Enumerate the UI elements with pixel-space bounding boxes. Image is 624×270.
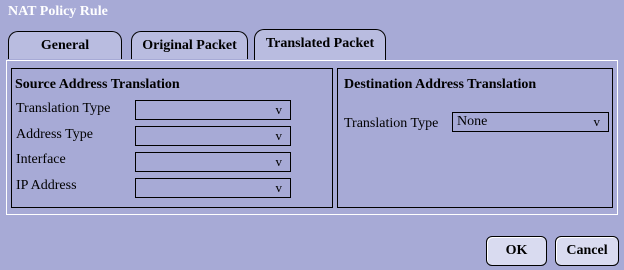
destination-translation-title: Destination Address Translation — [344, 77, 537, 92]
interface-select[interactable]: v — [135, 152, 291, 172]
chevron-down-icon: v — [275, 102, 283, 117]
chevron-down-icon: v — [275, 128, 283, 143]
source-translation-type-select[interactable]: v — [135, 100, 291, 120]
destination-translation-type-value: None — [457, 114, 488, 129]
ok-button[interactable]: OK — [486, 236, 547, 266]
source-translation-type-label: Translation Type — [16, 101, 111, 116]
tab-original-packet[interactable]: Original Packet — [131, 31, 248, 59]
chevron-down-icon: v — [593, 114, 601, 129]
cancel-button[interactable]: Cancel — [555, 236, 619, 266]
source-translation-title: Source Address Translation — [15, 77, 180, 92]
tab-general[interactable]: General — [8, 31, 122, 59]
destination-translation-type-select[interactable]: None v — [452, 112, 609, 132]
address-type-select[interactable]: v — [135, 126, 291, 146]
chevron-down-icon: v — [275, 180, 283, 195]
address-type-label: Address Type — [16, 127, 93, 142]
tab-general-label: General — [40, 38, 90, 53]
chevron-down-icon: v — [275, 154, 283, 169]
interface-label: Interface — [16, 152, 66, 167]
tab-translated-packet-label: Translated Packet — [265, 36, 375, 51]
window-title: NAT Policy Rule — [8, 4, 108, 19]
ok-button-label: OK — [505, 243, 528, 258]
ip-address-select[interactable]: v — [135, 178, 291, 198]
ip-address-label: IP Address — [16, 178, 77, 193]
destination-translation-type-label: Translation Type — [344, 116, 439, 131]
cancel-button-label: Cancel — [566, 243, 608, 258]
tab-original-packet-label: Original Packet — [142, 38, 237, 53]
tab-translated-packet[interactable]: Translated Packet — [254, 29, 386, 60]
